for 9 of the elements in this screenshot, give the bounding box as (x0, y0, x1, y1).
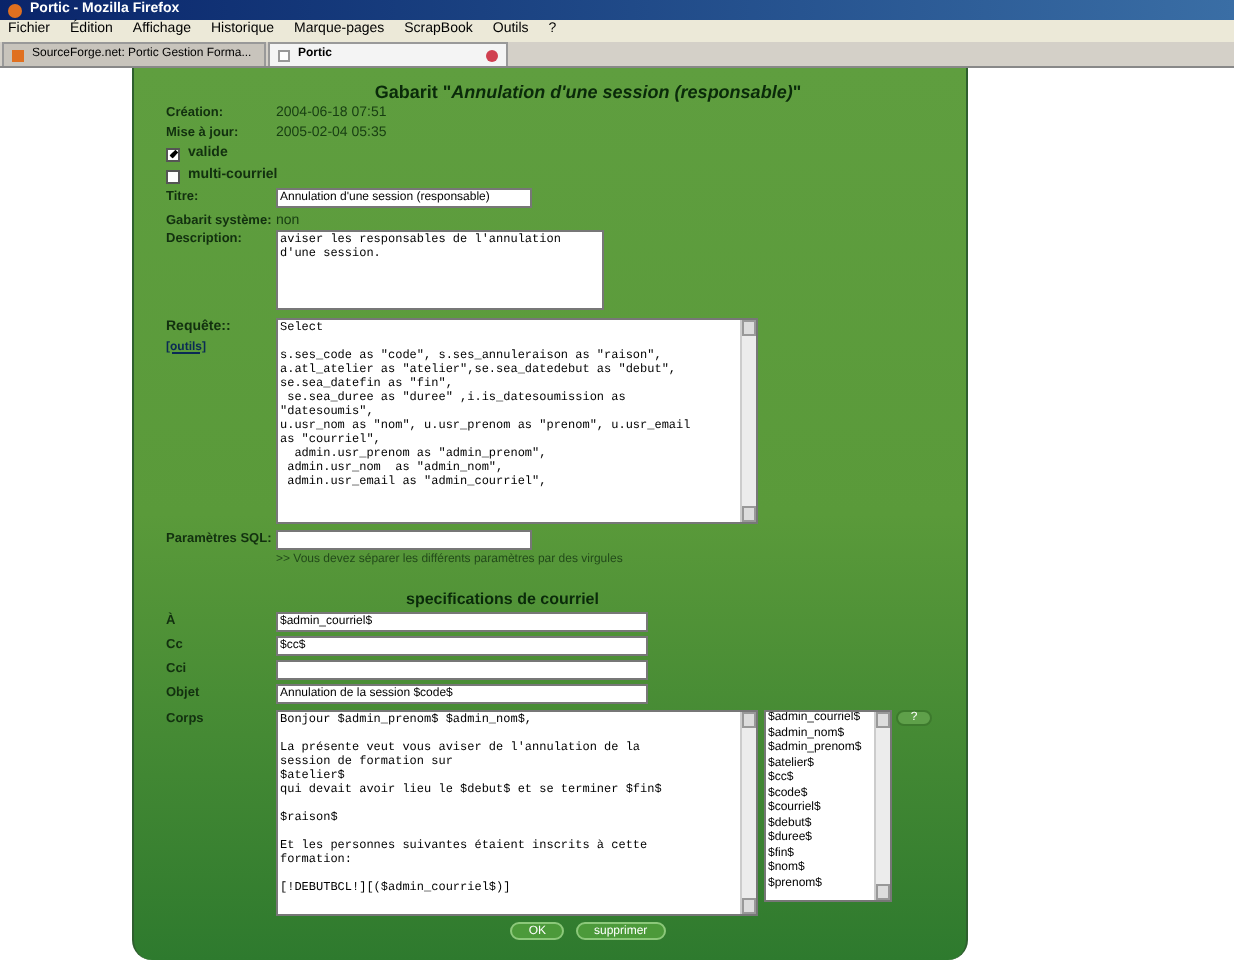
section-heading: specifications de courriel (404, 588, 601, 612)
page-icon (12, 49, 24, 61)
page-icon (278, 49, 290, 61)
sql-params-field[interactable] (276, 530, 532, 550)
checkbox[interactable] (166, 170, 180, 184)
checkbox[interactable] (166, 148, 180, 162)
email-field[interactable] (276, 660, 648, 680)
form-heading: Gabarit "Annulation d'une session (responsable)" (372, 80, 804, 104)
scrollbar[interactable] (874, 712, 890, 900)
